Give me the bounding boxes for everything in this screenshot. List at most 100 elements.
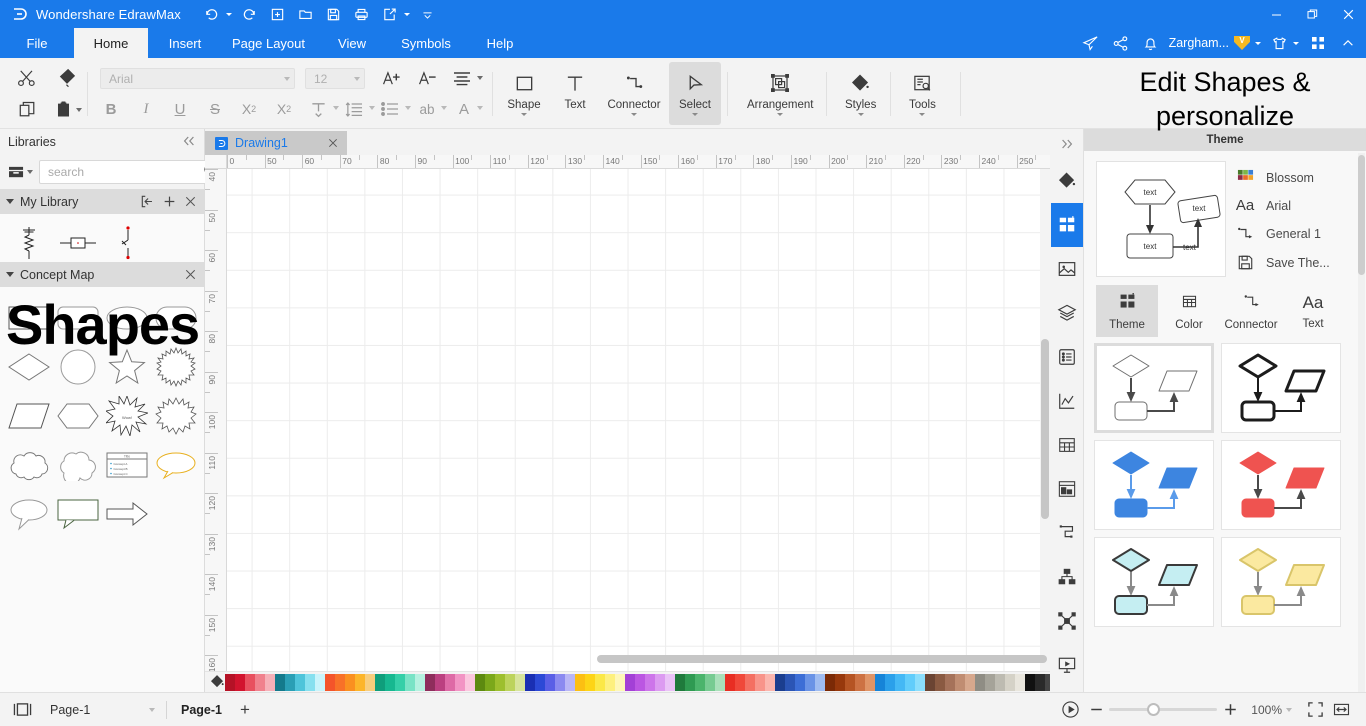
align-caret-icon[interactable] — [477, 76, 483, 80]
page-selector-dropdown[interactable]: Page-1 — [40, 699, 160, 721]
palette-swatch[interactable] — [565, 673, 575, 691]
palette-swatch[interactable] — [485, 673, 495, 691]
close-x-icon[interactable] — [185, 269, 196, 280]
palette-swatch[interactable] — [955, 673, 965, 691]
theme-option-save-theme[interactable]: Save The... — [1234, 254, 1354, 271]
canvas-vertical-scrollbar[interactable] — [1040, 169, 1050, 692]
undo-caret-icon[interactable] — [225, 12, 232, 16]
library-shape-resistor-symbol[interactable] — [4, 218, 53, 267]
palette-swatch[interactable] — [465, 673, 475, 691]
ribbon-button-connector[interactable]: Connector — [600, 62, 668, 125]
palette-swatch[interactable] — [1005, 673, 1015, 691]
fit-width-icon[interactable] — [1328, 701, 1354, 718]
palette-swatch[interactable] — [535, 673, 545, 691]
paste-caret-icon[interactable] — [76, 108, 82, 112]
export-caret-icon[interactable] — [403, 12, 410, 16]
palette-swatch[interactable] — [775, 673, 785, 691]
share-icon[interactable] — [1107, 30, 1135, 56]
canvas-horizontal-scrollbar[interactable] — [227, 654, 1050, 664]
format-painter-icon[interactable] — [52, 64, 82, 92]
palette-swatch[interactable] — [515, 673, 525, 691]
palette-swatch[interactable] — [495, 673, 505, 691]
font-name-combo[interactable]: Arial — [100, 68, 295, 89]
zoom-in-plus-icon[interactable] — [1217, 702, 1243, 717]
zoom-out-minus-icon[interactable] — [1083, 702, 1109, 717]
palette-swatch[interactable] — [895, 673, 905, 691]
palette-swatch[interactable] — [445, 673, 455, 691]
minimize-button[interactable] — [1258, 0, 1294, 28]
undo-icon[interactable] — [199, 3, 225, 25]
redo-icon[interactable] — [237, 3, 263, 25]
styles-fill-icon[interactable] — [1051, 159, 1083, 203]
container-icon[interactable] — [1051, 467, 1083, 511]
send-feedback-icon[interactable] — [1077, 30, 1105, 56]
search-input-wrap[interactable] — [39, 160, 224, 184]
maximize-restore-button[interactable] — [1294, 0, 1330, 28]
double-chevron-left-icon[interactable] — [182, 135, 196, 149]
library-shape-starburst-many[interactable] — [151, 342, 200, 391]
ribbon-button-tools[interactable]: Tools — [897, 62, 948, 125]
library-shape-hexagon[interactable] — [53, 391, 102, 440]
cut-scissors-icon[interactable] — [12, 64, 42, 92]
library-shape-rounded-rectangle[interactable] — [53, 293, 102, 342]
palette-swatch[interactable] — [1015, 673, 1025, 691]
palette-swatch[interactable] — [855, 673, 865, 691]
font-color-caret-icon[interactable] — [477, 106, 483, 110]
palette-swatch[interactable] — [665, 673, 675, 691]
library-shape-parallelogram[interactable] — [4, 391, 53, 440]
subscript-icon[interactable]: X2 — [271, 95, 297, 123]
theme-option-blossom[interactable]: Blossom — [1234, 169, 1354, 186]
palette-swatch[interactable] — [795, 673, 805, 691]
ribbon-button-select[interactable]: Select — [669, 62, 721, 125]
ribbon-button-text[interactable]: Text — [549, 62, 601, 125]
theme-thumbnail[interactable] — [1221, 537, 1341, 627]
search-input[interactable] — [48, 165, 203, 179]
print-icon[interactable] — [349, 3, 375, 25]
palette-swatch[interactable] — [805, 673, 815, 691]
palette-swatch[interactable] — [615, 673, 625, 691]
palette-swatch[interactable] — [505, 673, 515, 691]
palette-swatch[interactable] — [385, 673, 395, 691]
font-color-icon[interactable]: A — [452, 95, 476, 123]
library-shape-explosion-2[interactable] — [151, 391, 200, 440]
palette-swatch[interactable] — [845, 673, 855, 691]
new-file-icon[interactable] — [265, 3, 291, 25]
palette-swatch[interactable] — [435, 673, 445, 691]
zoom-level-dropdown[interactable]: 100% — [1243, 703, 1292, 717]
underline-icon[interactable]: U — [167, 95, 193, 123]
theme-option-font[interactable]: Aa Arial — [1234, 197, 1354, 214]
library-box-icon[interactable] — [6, 163, 35, 182]
palette-swatch[interactable] — [715, 673, 725, 691]
outline-list-icon[interactable] — [1051, 335, 1083, 379]
image-icon[interactable] — [1051, 247, 1083, 291]
zoom-slider-handle[interactable] — [1147, 703, 1161, 716]
library-shape-speech-oval[interactable] — [151, 440, 200, 489]
library-shape-speech-oval-tail[interactable] — [4, 489, 53, 538]
palette-swatch[interactable] — [935, 673, 945, 691]
canvas-horizontal-scroll-thumb[interactable] — [597, 655, 1047, 663]
palette-swatch[interactable] — [245, 673, 255, 691]
theme-thumbnail[interactable] — [1094, 440, 1214, 530]
palette-swatch[interactable] — [555, 673, 565, 691]
palette-swatch[interactable] — [395, 673, 405, 691]
line-spacing-icon[interactable] — [342, 95, 366, 123]
user-account-menu[interactable]: Zargham... V — [1167, 36, 1266, 50]
palette-swatch[interactable] — [685, 673, 695, 691]
library-shape-rectangle[interactable] — [4, 293, 53, 342]
palette-swatch[interactable] — [605, 673, 615, 691]
library-shape-list-card[interactable]: Title Concept A Concept B Concept C — [102, 440, 151, 489]
palette-swatch[interactable] — [415, 673, 425, 691]
palette-swatch[interactable] — [785, 673, 795, 691]
palette-swatch[interactable] — [825, 673, 835, 691]
palette-swatch[interactable] — [345, 673, 355, 691]
library-shape-cloud-smooth[interactable] — [53, 440, 102, 489]
table-icon[interactable] — [1051, 423, 1083, 467]
palette-swatch[interactable] — [635, 673, 645, 691]
menu-tab-symbols[interactable]: Symbols — [389, 28, 463, 58]
zoom-slider[interactable] — [1109, 701, 1218, 719]
library-shape-ellipse-flat[interactable] — [102, 293, 151, 342]
palette-swatch[interactable] — [225, 673, 235, 691]
palette-swatch[interactable] — [575, 673, 585, 691]
palette-swatch[interactable] — [925, 673, 935, 691]
bold-icon[interactable]: B — [98, 95, 124, 123]
